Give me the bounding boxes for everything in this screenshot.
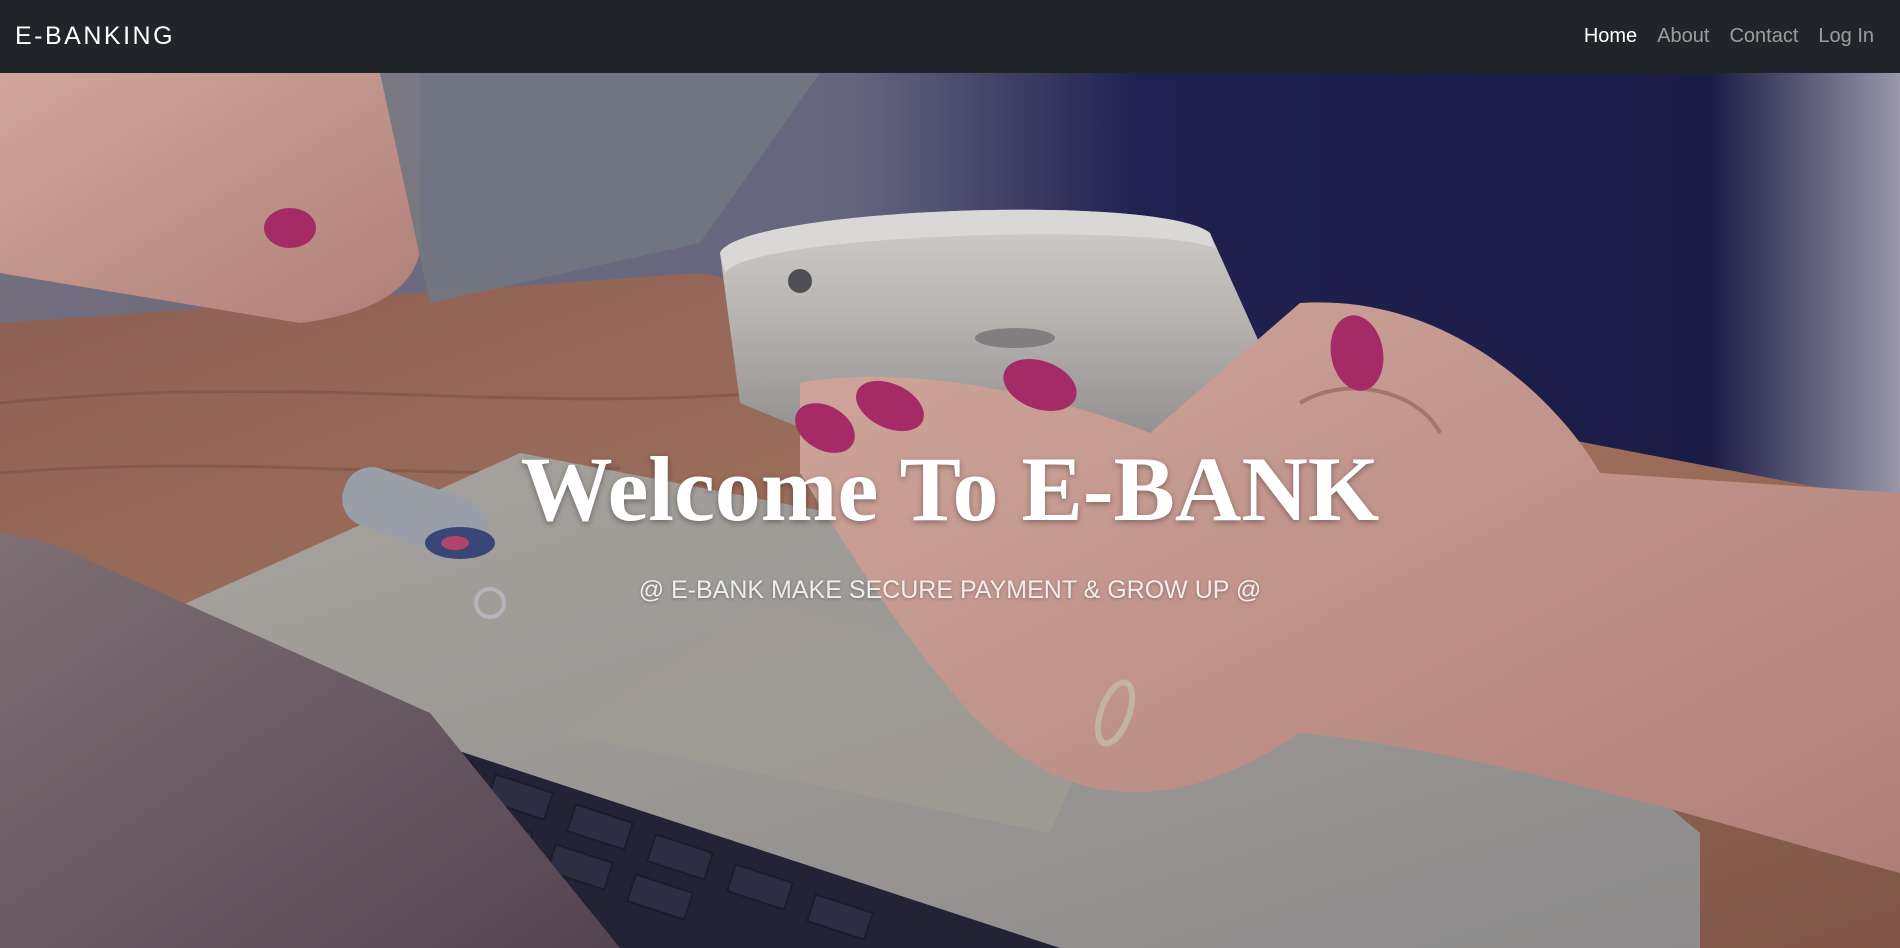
nav-item-home: Home bbox=[1574, 25, 1647, 48]
hero-banner: Welcome To E-BANK @ E-BANK MAKE SECURE P… bbox=[0, 73, 1900, 948]
nav-link-contact[interactable]: Contact bbox=[1719, 25, 1808, 48]
nav-menu: Home About Contact Log In bbox=[1574, 25, 1874, 48]
hero-title: Welcome To E-BANK bbox=[520, 438, 1380, 540]
nav-item-contact: Contact bbox=[1719, 25, 1808, 48]
nav-link-login[interactable]: Log In bbox=[1808, 25, 1874, 48]
nav-item-login: Log In bbox=[1808, 25, 1874, 48]
nav-link-about[interactable]: About bbox=[1647, 25, 1719, 48]
top-navbar: E-BANKING Home About Contact Log In bbox=[0, 0, 1900, 73]
brand-logo-link[interactable]: E-BANKING bbox=[15, 22, 175, 51]
hero-subtitle: @ E-BANK MAKE SECURE PAYMENT & GROW UP @ bbox=[638, 576, 1262, 604]
nav-item-about: About bbox=[1647, 25, 1719, 48]
nav-link-home[interactable]: Home bbox=[1574, 25, 1647, 48]
